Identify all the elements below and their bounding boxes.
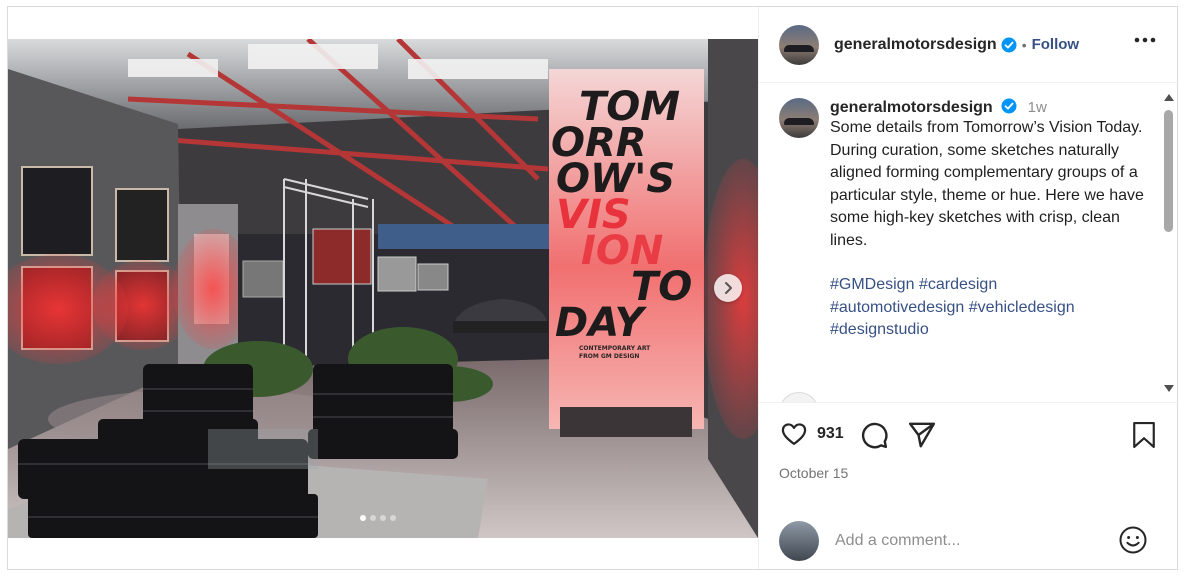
carousel-dot: [390, 515, 396, 521]
comments-scrollbar[interactable]: [1161, 84, 1175, 402]
verified-badge-icon: [1001, 37, 1017, 52]
carousel-dot: [360, 515, 366, 521]
hashtag-link[interactable]: #GMDesign: [830, 276, 914, 293]
current-user-avatar[interactable]: [779, 520, 819, 561]
verified-badge-icon: [1001, 98, 1017, 114]
hashtag-link[interactable]: #automotivedesign: [830, 299, 964, 316]
comment-input[interactable]: [835, 531, 1105, 550]
scroll-up-arrow-icon[interactable]: [1164, 94, 1174, 101]
instagram-post-modal: TOM ORR OW'S VIS ION TO DAY CONTEMPORARY…: [7, 6, 1178, 570]
comment-icon[interactable]: [859, 420, 889, 450]
post-actions: 931 October 15: [759, 402, 1178, 512]
carousel-dot: [380, 515, 386, 521]
banner-subtitle: FROM GM DESIGN: [579, 353, 640, 360]
exhibition-banner: TOM ORR OW'S VIS ION TO DAY CONTEMPORARY…: [551, 87, 703, 361]
caption-author-avatar[interactable]: [779, 98, 819, 138]
post-media[interactable]: TOM ORR OW'S VIS ION TO DAY CONTEMPORARY…: [8, 39, 758, 538]
carousel-next-button[interactable]: [714, 274, 742, 302]
chevron-right-icon: [725, 282, 732, 294]
heart-icon[interactable]: [779, 420, 809, 448]
scroll-thumb[interactable]: [1164, 110, 1173, 232]
separator-dot: •: [1021, 36, 1027, 53]
banner-line: DAY: [555, 300, 644, 346]
caption-body: generalmotorsdesign 1w Some details from…: [830, 98, 1159, 342]
banner-line: ION: [581, 228, 664, 274]
banner-subtitle: CONTEMPORARY ART: [579, 345, 651, 352]
caption-timestamp: 1w: [1027, 99, 1047, 116]
follow-button[interactable]: Follow: [1032, 36, 1080, 53]
share-icon[interactable]: [907, 420, 937, 450]
add-comment-bar: [759, 512, 1178, 569]
post-header: generalmotorsdesign • Follow: [759, 7, 1178, 83]
author-avatar[interactable]: [779, 24, 819, 65]
post-date: October 15: [779, 465, 849, 481]
bookmark-icon[interactable]: [1131, 420, 1157, 450]
scroll-down-arrow-icon[interactable]: [1164, 385, 1174, 392]
comment-item: pegrs583 1w: [779, 392, 924, 402]
hashtag-link[interactable]: #designstudio: [830, 321, 929, 338]
hashtag-link[interactable]: #cardesign: [919, 276, 997, 293]
like-count[interactable]: 931: [817, 425, 844, 443]
emoji-icon[interactable]: [1118, 525, 1148, 555]
hashtag-link[interactable]: #vehicledesign: [969, 299, 1075, 316]
carousel-indicator: [360, 515, 396, 521]
caption-username[interactable]: generalmotorsdesign: [830, 99, 993, 116]
post-caption: generalmotorsdesign 1w Some details from…: [779, 98, 1159, 342]
caption-header: generalmotorsdesign 1w: [830, 98, 1159, 117]
post-details-panel: generalmotorsdesign • Follow generalmoto…: [758, 7, 1178, 569]
commenter-avatar[interactable]: [779, 392, 819, 402]
author-username[interactable]: generalmotorsdesign: [834, 36, 997, 54]
more-options-icon[interactable]: [1134, 37, 1156, 43]
carousel-dot: [370, 515, 376, 521]
comments-section[interactable]: generalmotorsdesign 1w Some details from…: [759, 84, 1178, 402]
hashtag-list: #GMDesign #cardesign #automotivedesign #…: [830, 274, 1159, 342]
caption-text: Some details from Tomorrow’s Vision Toda…: [830, 119, 1144, 249]
action-bar: 931: [779, 420, 1164, 450]
